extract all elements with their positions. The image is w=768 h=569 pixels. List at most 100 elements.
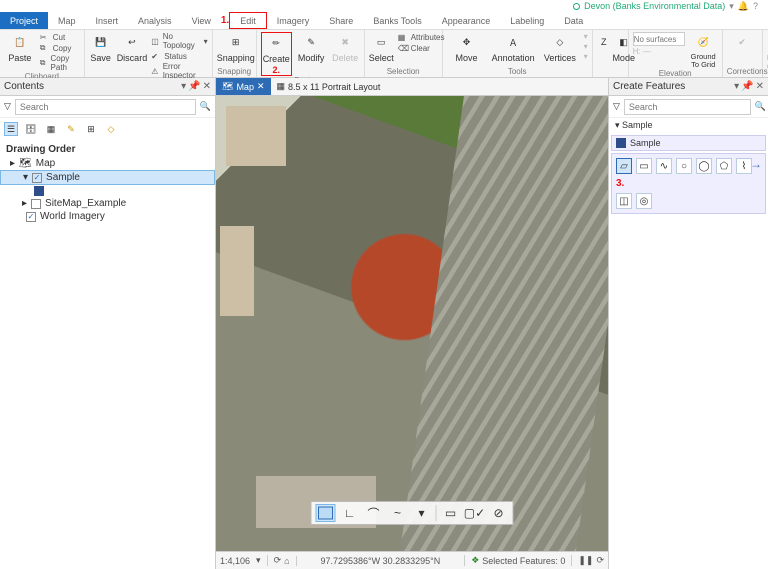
list-by-selection-icon[interactable]: ▦ <box>44 122 58 136</box>
trace-tool-icon[interactable]: ~ <box>388 504 408 522</box>
doc-tab-layout[interactable]: ▦8.5 x 11 Portrait Layout <box>271 78 387 95</box>
pane-dropdown-icon[interactable]: ▾ <box>181 81 186 92</box>
filter-icon[interactable]: ▽ <box>4 101 11 112</box>
tab-appearance[interactable]: Appearance <box>432 12 501 29</box>
save-button[interactable]: 💾Save <box>89 32 113 63</box>
vertices-button[interactable]: ◇Vertices <box>540 32 580 63</box>
map-view[interactable]: ∟ ⌒ ~ ▾ ▭ ▢✓ ⊘ <box>216 96 608 551</box>
clear-button[interactable]: ⌫Clear <box>398 43 445 53</box>
template-group[interactable]: ▾ Sample <box>609 118 768 133</box>
drawing-order-header: Drawing Order <box>0 140 215 157</box>
arc-tool-icon[interactable]: ⌒ <box>364 504 384 522</box>
polygon-tool-icon[interactable] <box>316 504 336 522</box>
pane-pin-icon[interactable]: 📌 <box>188 81 200 92</box>
pane-pin-icon[interactable]: 📌 <box>741 81 753 92</box>
tab-imagery[interactable]: Imagery <box>267 12 320 29</box>
tab-insert[interactable]: Insert <box>86 12 129 29</box>
tab-banks[interactable]: Banks Tools <box>363 12 431 29</box>
toc-sitemap[interactable]: ▸SiteMap_Example <box>0 197 215 210</box>
tab-project[interactable]: Project <box>0 12 48 29</box>
scale-field[interactable]: 1:4,106 <box>220 556 250 566</box>
list-by-editing-icon[interactable]: ✎ <box>64 122 78 136</box>
polygon-construct-icon[interactable]: ▱ <box>616 158 632 174</box>
tab-share[interactable]: Share <box>319 12 363 29</box>
discard-button[interactable]: ↩Discard <box>117 32 148 63</box>
buffer-construct-icon[interactable]: ◎ <box>636 193 652 209</box>
copy-path-button[interactable]: ⧉Copy Path <box>40 54 80 72</box>
autocomplete-construct-icon[interactable]: ⬠ <box>716 158 732 174</box>
modify-icon: ✎ <box>301 32 321 52</box>
status-icon: ✔ <box>151 51 161 61</box>
list-by-source-icon[interactable]: 🗄 <box>24 122 38 136</box>
split-construct-icon[interactable]: ◫ <box>616 193 632 209</box>
user-label[interactable]: Devon (Banks Environmental Data) <box>584 1 725 11</box>
square-finish-icon[interactable]: ▢✓ <box>465 504 485 522</box>
create-search[interactable] <box>624 99 751 115</box>
contents-search[interactable] <box>15 99 196 115</box>
extent-icon[interactable]: ⌂ <box>284 556 289 566</box>
toc-sample[interactable]: ▾✓Sample <box>0 170 215 185</box>
status-dot <box>573 3 580 10</box>
checkbox-icon[interactable]: ✓ <box>26 212 36 222</box>
right-angle-tool-icon[interactable]: ∟ <box>340 504 360 522</box>
tab-edit[interactable]: Edit <box>229 12 267 29</box>
ellipse-construct-icon[interactable]: ◯ <box>696 158 712 174</box>
checkbox-icon[interactable]: ✓ <box>32 173 42 183</box>
list-by-drawing-icon[interactable]: ☰ <box>4 122 18 136</box>
more-tools-icon[interactable]: ▾ <box>412 504 432 522</box>
toc-map[interactable]: ▸🗺Map <box>0 157 215 170</box>
freehand-construct-icon[interactable]: ∿ <box>656 158 672 174</box>
annotation-button[interactable]: ＡAnnotation <box>490 32 536 63</box>
rotate-icon[interactable]: ⟳ <box>274 555 282 566</box>
search-icon[interactable]: 🔍 <box>200 101 211 112</box>
surface-input[interactable] <box>633 32 685 46</box>
close-icon[interactable]: ✕ <box>257 81 265 92</box>
pane-dropdown-icon[interactable]: ▾ <box>734 81 739 92</box>
doc-tab-map[interactable]: 🗺Map✕ <box>216 78 271 95</box>
snapping-button[interactable]: ⊞Snapping <box>217 32 255 63</box>
finish-sketch-icon[interactable]: ▭ <box>441 504 461 522</box>
paste-label: Paste <box>8 53 31 63</box>
rectangle-construct-icon[interactable]: ▭ <box>636 158 652 174</box>
search-icon[interactable]: 🔍 <box>755 101 766 112</box>
expand-arrow-icon[interactable]: → <box>750 157 762 171</box>
status-button[interactable]: ✔Status <box>151 51 207 61</box>
pane-close-icon[interactable]: ✕ <box>203 81 211 92</box>
tab-view[interactable]: View <box>182 12 221 29</box>
group-tools: Tools <box>447 67 588 76</box>
filter-icon[interactable]: ▽ <box>613 101 620 112</box>
tab-analysis[interactable]: Analysis <box>128 12 182 29</box>
help-icon[interactable]: ? <box>753 1 758 11</box>
paste-button[interactable]: 📋 Paste <box>4 32 36 63</box>
refresh-icon[interactable]: ⟳ <box>596 555 604 566</box>
checkbox-icon[interactable] <box>31 199 41 209</box>
save-icon: 💾 <box>91 32 111 52</box>
move-button[interactable]: ✥Move <box>447 32 487 63</box>
toc-sample-symbol[interactable] <box>0 185 215 197</box>
ground-grid-button[interactable]: 🧭Ground To Grid <box>689 32 718 69</box>
tab-labeling[interactable]: Labeling <box>500 12 554 29</box>
cancel-sketch-icon[interactable]: ⊘ <box>489 504 509 522</box>
circle-construct-icon[interactable]: ○ <box>676 158 692 174</box>
tab-map[interactable]: Map <box>48 12 86 29</box>
scale-dropdown-icon[interactable]: ▾ <box>256 555 261 566</box>
list-by-labeling-icon[interactable]: ◇ <box>104 122 118 136</box>
topology-dropdown[interactable]: ◫No Topology ▾ <box>151 32 207 50</box>
template-sample[interactable]: Sample <box>611 135 766 151</box>
modify-button[interactable]: ✎Modify <box>296 32 327 63</box>
copy-button[interactable]: ⧉Copy <box>40 43 80 53</box>
select-button[interactable]: ▭Select <box>369 32 394 63</box>
tab-data[interactable]: Data <box>554 12 593 29</box>
selected-count: Selected Features: 0 <box>482 556 565 566</box>
bell-icon[interactable]: 🔔 <box>738 1 749 12</box>
create-button[interactable]: ✏ Create 2. <box>261 32 292 76</box>
toc-imagery[interactable]: ✓World Imagery <box>0 210 215 223</box>
attributes-button[interactable]: ▦Attributes <box>398 32 445 42</box>
list-by-snapping-icon[interactable]: ⊞ <box>84 122 98 136</box>
polygon-swatch-icon <box>616 138 626 148</box>
pane-close-icon[interactable]: ✕ <box>756 81 764 92</box>
z-button[interactable]: Z <box>597 32 611 52</box>
create-features-panel: Create Features ▾📌✕ ▽ 🔍 ⚙ ▾ Sample Sampl… <box>608 78 768 569</box>
pause-icon[interactable]: ❚❚ <box>578 555 593 566</box>
cut-button[interactable]: ✂Cut <box>40 32 80 42</box>
